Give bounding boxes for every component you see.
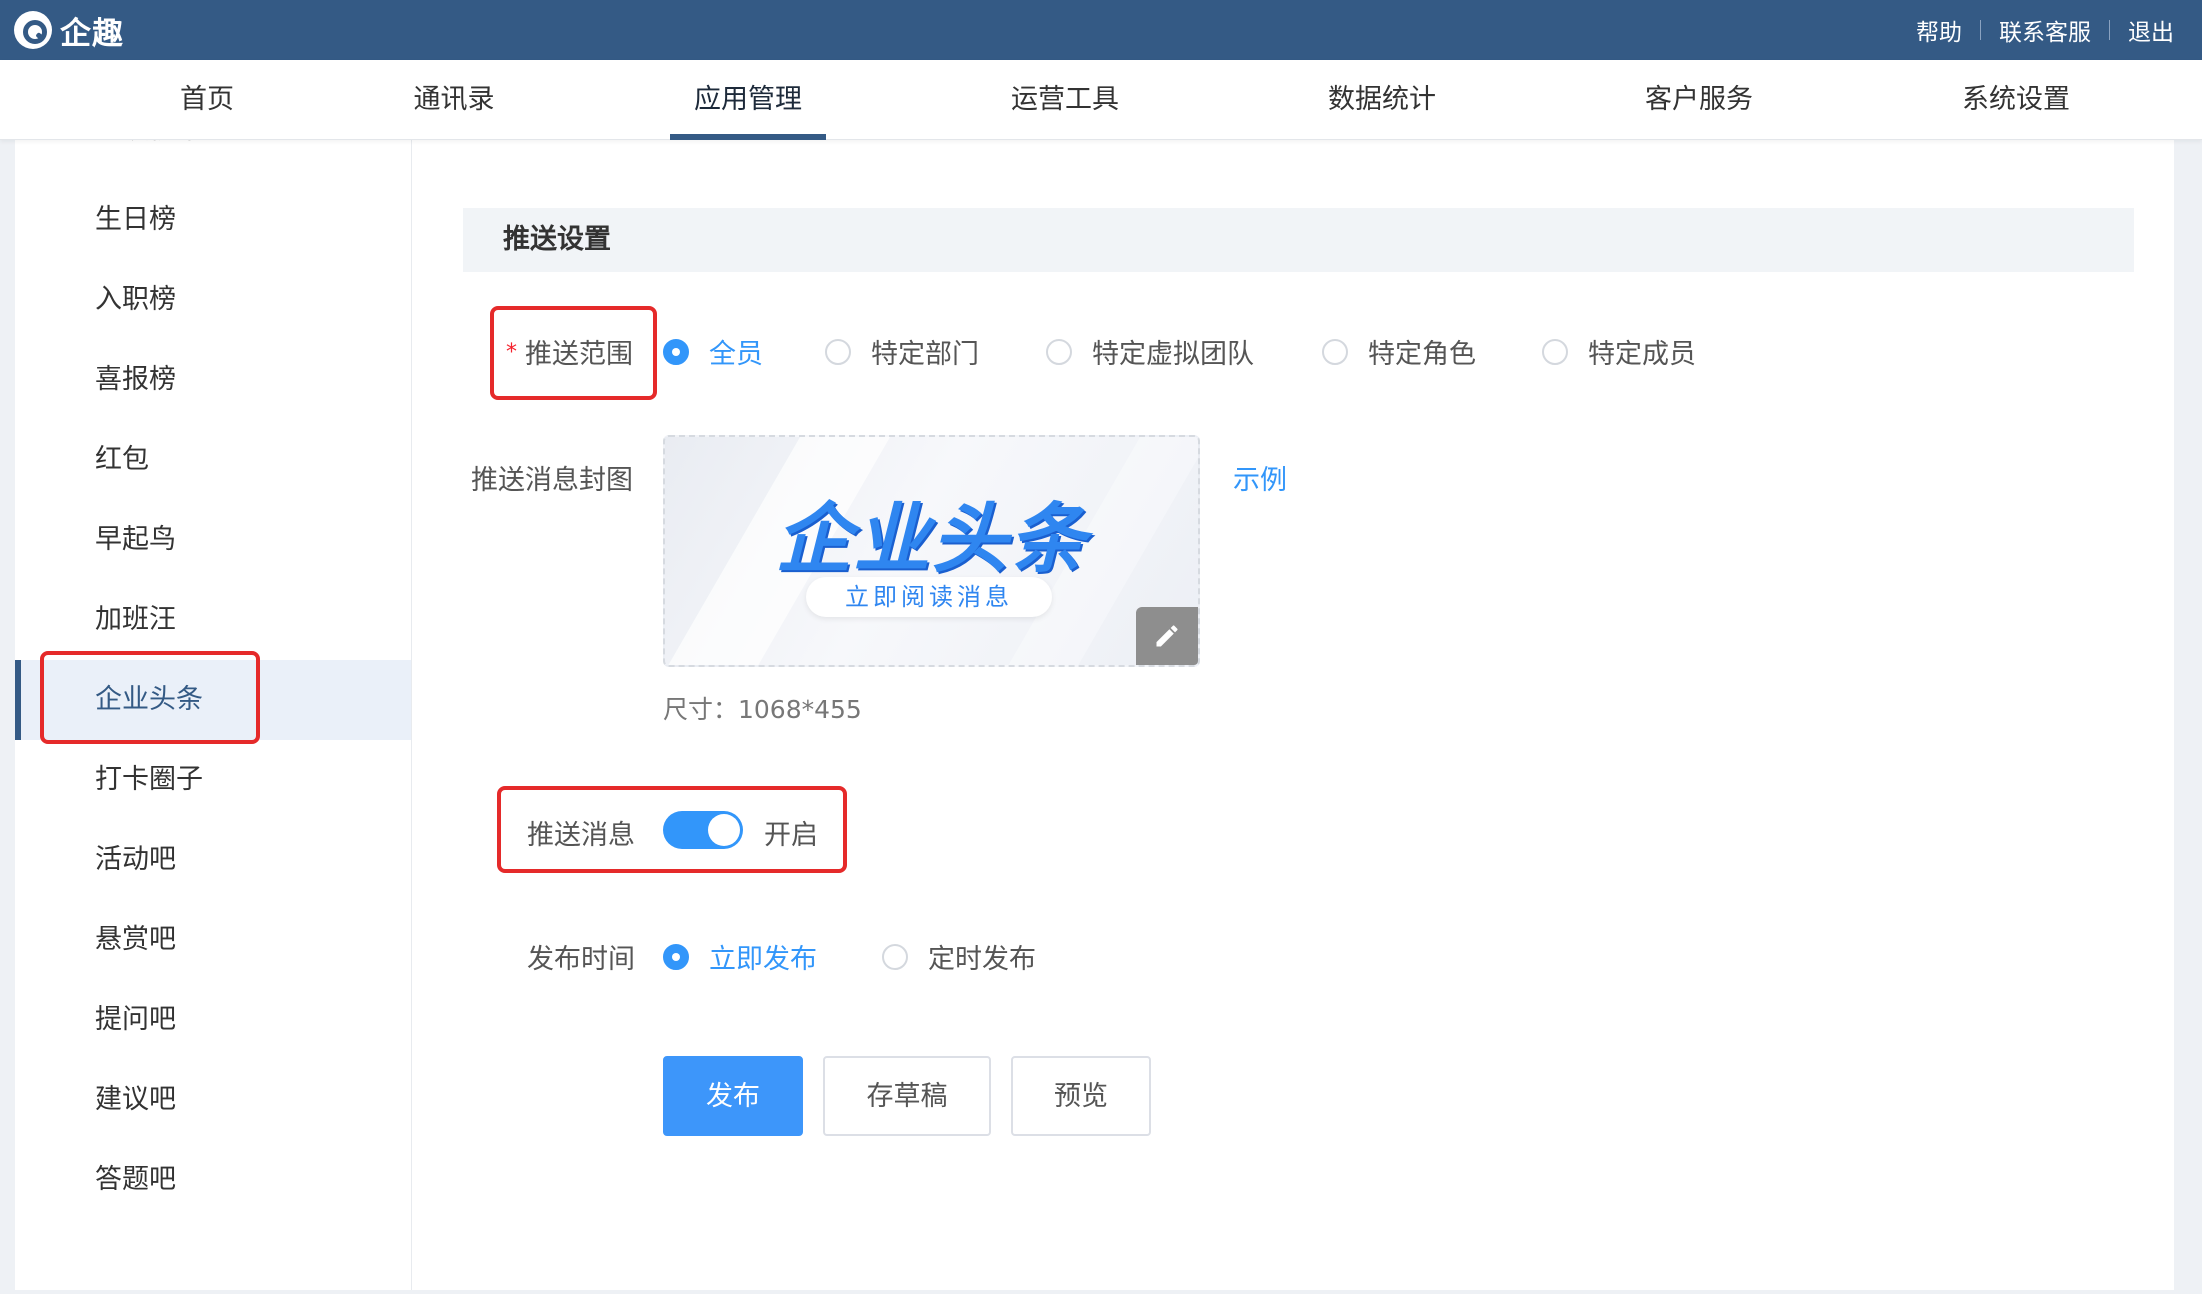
sidebar-item-checkin-circle[interactable]: 打卡圈子	[15, 740, 411, 820]
push-scope-label: * 推送范围	[506, 332, 633, 371]
radio-publish-scheduled[interactable]: 定时发布	[882, 937, 1036, 976]
radio-dot	[663, 943, 689, 970]
push-message-state: 开启	[764, 820, 818, 851]
sidebar: 业绩榜单 生日榜 入职榜 喜报榜 红包 早起鸟 加班汪 企业头条 打卡圈子 活动…	[15, 140, 412, 1290]
push-message-toggle[interactable]	[663, 811, 743, 849]
radio-label: 特定成员	[1588, 339, 1696, 370]
radio-scope-member[interactable]: 特定成员	[1542, 332, 1696, 371]
sidebar-item-red-packet[interactable]: 红包	[15, 420, 411, 500]
sidebar-item-quiz[interactable]: 答题吧	[15, 1140, 411, 1220]
radio-dot	[1542, 338, 1568, 365]
top-links: 帮助 联系客服 退出	[1916, 0, 2174, 60]
cover-size-text: 尺寸：1068*455	[663, 695, 862, 724]
sidebar-item-company-headlines[interactable]: 企业头条	[15, 660, 411, 740]
top-link-divider	[2109, 20, 2110, 40]
radio-scope-department[interactable]: 特定部门	[825, 332, 979, 371]
app-name: 企趣	[60, 15, 124, 52]
radio-dot	[1322, 338, 1348, 365]
top-bar: 企趣 帮助 联系客服 退出	[0, 0, 2202, 60]
radio-dot	[825, 338, 851, 365]
nav-home[interactable]: 首页	[180, 60, 234, 140]
example-link[interactable]: 示例	[1233, 458, 1287, 497]
radio-dot	[663, 338, 689, 365]
radio-label: 定时发布	[928, 944, 1036, 975]
toggle-knob	[708, 814, 740, 846]
publish-time-label: 发布时间	[527, 944, 635, 975]
sidebar-item-good-news[interactable]: 喜报榜	[15, 340, 411, 420]
radio-label: 立即发布	[709, 944, 817, 975]
contact-support-link[interactable]: 联系客服	[1999, 13, 2091, 47]
sidebar-item-suggestions[interactable]: 建议吧	[15, 1060, 411, 1140]
main-nav: 首页 通讯录 应用管理 运营工具 数据统计 客户服务 系统设置	[0, 60, 2202, 140]
nav-app-management[interactable]: 应用管理	[670, 60, 826, 140]
sidebar-item-performance-ranking[interactable]: 业绩榜单	[15, 140, 411, 170]
pencil-icon	[1156, 625, 1178, 647]
sidebar-item-bounty[interactable]: 悬赏吧	[15, 900, 411, 980]
sidebar-item-early-bird[interactable]: 早起鸟	[15, 500, 411, 580]
radio-scope-role[interactable]: 特定角色	[1322, 332, 1476, 371]
nav-data-statistics[interactable]: 数据统计	[1328, 60, 1436, 140]
nav-operation-tools[interactable]: 运营工具	[1011, 60, 1119, 140]
edit-cover-button[interactable]	[1136, 607, 1198, 665]
sidebar-item-birthday-ranking[interactable]: 生日榜	[15, 180, 411, 260]
main-content: 推送设置 * 推送范围 全员 特定部门 特定虚拟团队 特定角色 特定成员 推送消息…	[412, 140, 2174, 1290]
publish-button[interactable]: 发布	[663, 1056, 803, 1136]
section-title: 推送设置	[463, 208, 2134, 272]
sidebar-item-overtime[interactable]: 加班汪	[15, 580, 411, 660]
sidebar-item-activities[interactable]: 活动吧	[15, 820, 411, 900]
radio-scope-virtual-team[interactable]: 特定虚拟团队	[1046, 332, 1254, 371]
radio-label: 全员	[709, 339, 763, 370]
cover-image[interactable]: 企业头条 立即阅读消息	[663, 435, 1200, 667]
top-link-divider	[1980, 20, 1981, 40]
cover-label: 推送消息封图	[471, 465, 633, 496]
radio-label: 特定角色	[1368, 339, 1476, 370]
cover-image-subtitle: 立即阅读消息	[806, 577, 1052, 617]
nav-contacts[interactable]: 通讯录	[414, 60, 495, 140]
required-mark: *	[506, 340, 517, 365]
save-draft-button[interactable]: 存草稿	[823, 1056, 991, 1136]
nav-customer-service[interactable]: 客户服务	[1645, 60, 1753, 140]
preview-button[interactable]: 预览	[1011, 1056, 1151, 1136]
radio-label: 特定虚拟团队	[1092, 339, 1254, 370]
radio-scope-all[interactable]: 全员	[663, 332, 763, 371]
radio-publish-now[interactable]: 立即发布	[663, 937, 817, 976]
sidebar-item-questions[interactable]: 提问吧	[15, 980, 411, 1060]
cover-image-title: 企业头条	[775, 494, 1088, 583]
nav-system-settings[interactable]: 系统设置	[1962, 60, 2070, 140]
sidebar-item-onboarding-ranking[interactable]: 入职榜	[15, 260, 411, 340]
help-link[interactable]: 帮助	[1916, 13, 1962, 47]
logo-icon	[14, 11, 52, 49]
logout-link[interactable]: 退出	[2128, 13, 2174, 47]
app-logo[interactable]: 企趣	[14, 10, 124, 52]
push-message-label: 推送消息	[527, 820, 635, 851]
radio-dot	[882, 943, 908, 970]
push-scope-label-text: 推送范围	[525, 339, 633, 370]
radio-dot	[1046, 338, 1072, 365]
radio-label: 特定部门	[871, 339, 979, 370]
